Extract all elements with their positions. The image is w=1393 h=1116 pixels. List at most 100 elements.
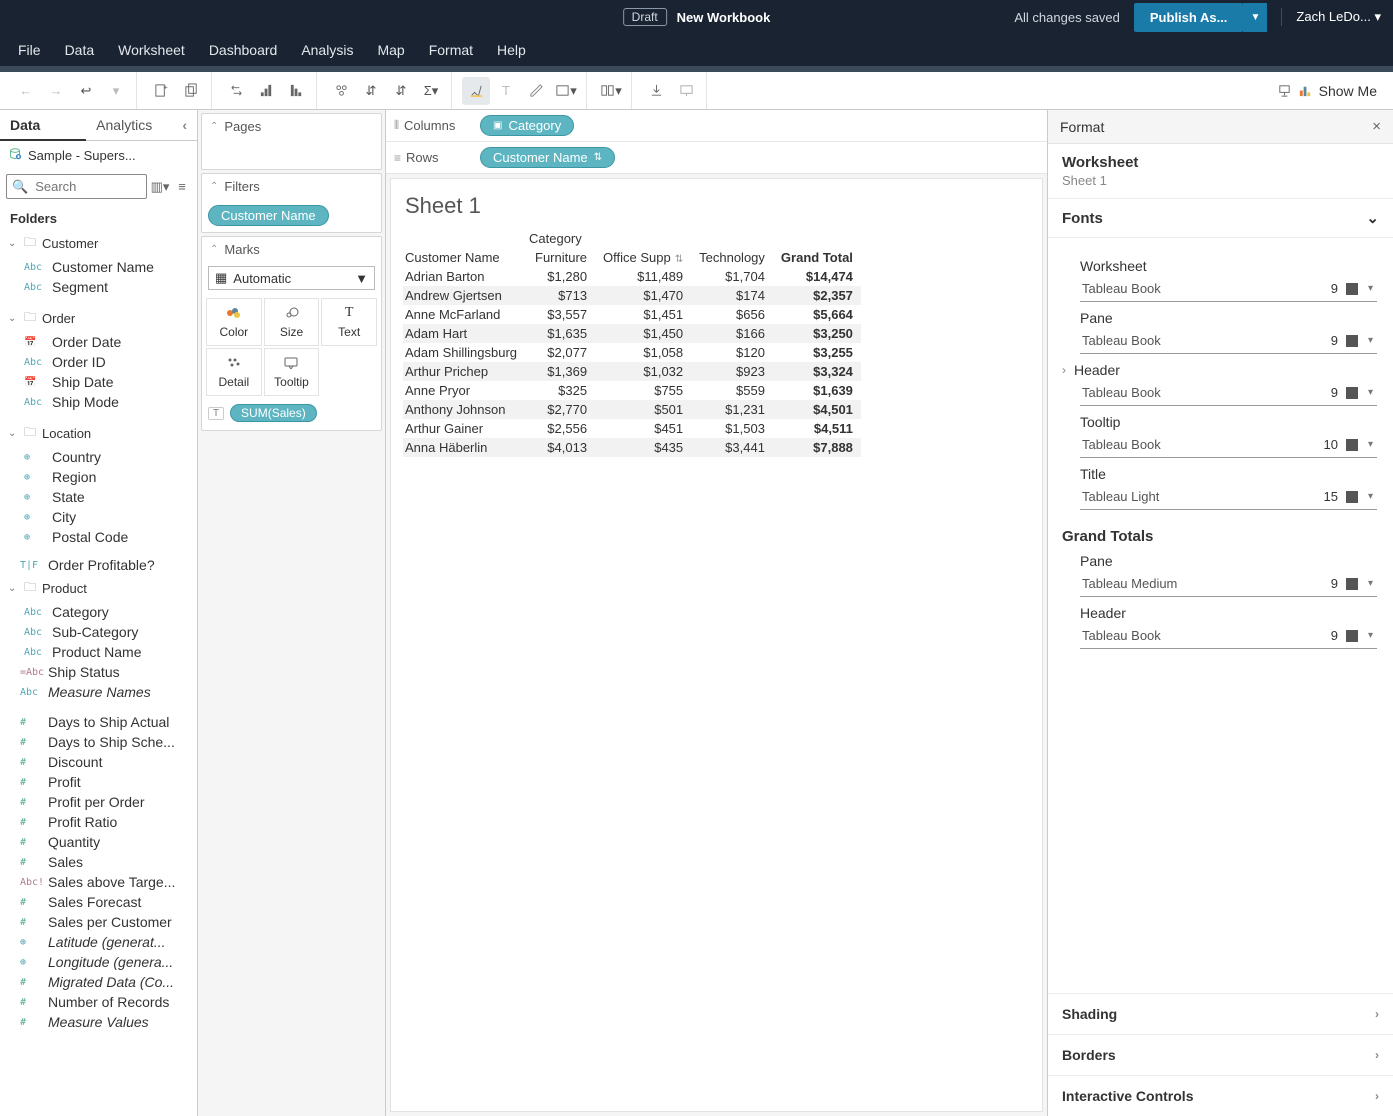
fit-button[interactable]: ▾ (552, 77, 580, 105)
marks-color[interactable]: Color (206, 298, 262, 346)
field-sale- per cu-tomer[interactable]: #Sales per Customer (0, 912, 197, 932)
columns-pill-category[interactable]: ▣Category (480, 115, 574, 136)
row-header[interactable]: Arthur Prichep (403, 362, 527, 381)
sheet-title[interactable]: Sheet 1 (405, 193, 1030, 219)
field-number of record-[interactable]: #Number of Records (0, 992, 197, 1012)
font-picker-gt-pane[interactable]: Tableau Medium9▾ (1080, 573, 1377, 597)
row-header[interactable]: Anthony Johnson (403, 400, 527, 419)
field-order id[interactable]: AbcOrder ID (0, 352, 197, 372)
label-button[interactable]: T (492, 77, 520, 105)
table-row[interactable]: Anne McFarland$3,557$1,451$656$5,664 (403, 305, 861, 324)
col-header[interactable]: Grand Total (773, 248, 861, 267)
field-sale- above targe-[interactable]: Abc!Sales above Targe... (0, 872, 197, 892)
sort-desc-button[interactable] (282, 77, 310, 105)
format-section-borders[interactable]: Borders› (1048, 1034, 1393, 1075)
redo-button[interactable]: → (42, 77, 70, 105)
table-row[interactable]: Adrian Barton$1,280$11,489$1,704$14,474 (403, 267, 861, 286)
field-sale-[interactable]: #Sales (0, 852, 197, 872)
col-header[interactable]: Office Supp⇅ (595, 248, 691, 267)
field-postal code[interactable]: ⊕Postal Code (0, 527, 197, 547)
field-region[interactable]: ⊕Region (0, 467, 197, 487)
undo-button[interactable]: ← (12, 77, 40, 105)
field-longitude (genera-[interactable]: ⊕Longitude (genera... (0, 952, 197, 972)
row-header[interactable]: Adam Shillingsburg (403, 343, 527, 362)
marks-type-dropdown[interactable]: ▦Automatic▼ (208, 266, 375, 290)
color-swatch[interactable] (1346, 578, 1358, 590)
field-ship status[interactable]: =AbcShip Status (0, 662, 197, 682)
font-picker-pane[interactable]: Tableau Book9▾ (1080, 330, 1377, 354)
marks-text[interactable]: TText (321, 298, 377, 346)
sort-asc-button[interactable] (252, 77, 280, 105)
search-box[interactable]: 🔍 (6, 174, 147, 199)
table-row[interactable]: Andrew Gjertsen$713$1,470$174$2,357 (403, 286, 861, 305)
fonts-section-header[interactable]: Fonts ⌄ (1048, 199, 1393, 238)
dropdown-icon[interactable]: ▾ (1366, 491, 1375, 502)
field-measure names[interactable]: AbcMeasure Names (0, 682, 197, 702)
folder-product[interactable]: ⌄🗀Product (0, 575, 197, 602)
table-row[interactable]: Arthur Prichep$1,369$1,032$923$3,324 (403, 362, 861, 381)
font-picker-title[interactable]: Tableau Light15▾ (1080, 486, 1377, 510)
filter-fields-button[interactable]: ▥▾ (151, 178, 169, 196)
field-sub-category[interactable]: AbcSub-Category (0, 622, 197, 642)
sort-icon[interactable]: ⇅ (675, 254, 683, 265)
sort2-button[interactable]: ⇵ (357, 77, 385, 105)
table-row[interactable]: Adam Shillingsburg$2,077$1,058$120$3,255 (403, 343, 861, 362)
field-profit per order[interactable]: #Profit per Order (0, 792, 197, 812)
field-ship date[interactable]: 📅Ship Date (0, 372, 197, 392)
publish-dropdown[interactable]: ▼ (1243, 3, 1267, 32)
close-format-pane-button[interactable]: × (1372, 118, 1381, 135)
presentation-icon[interactable] (1277, 83, 1292, 98)
dropdown-icon[interactable]: ▾ (1366, 439, 1375, 450)
font-picker-gt-header[interactable]: Tableau Book9▾ (1080, 625, 1377, 649)
swap-button[interactable] (222, 77, 250, 105)
menu-file[interactable]: File (6, 36, 53, 64)
field-order-profitable[interactable]: T|FOrder Profitable? (0, 555, 197, 575)
datasource-row[interactable]: Sample - Supers... (0, 141, 197, 170)
menu-map[interactable]: Map (365, 36, 416, 64)
field-latitude (generat-[interactable]: ⊕Latitude (generat... (0, 932, 197, 952)
folder-customer[interactable]: ⌄🗀Customer (0, 230, 197, 257)
menu-worksheet[interactable]: Worksheet (106, 36, 197, 64)
format-section-shading[interactable]: Shading› (1048, 993, 1393, 1034)
field-sale- foreca-t[interactable]: #Sales Forecast (0, 892, 197, 912)
field-segment[interactable]: AbcSegment (0, 277, 197, 297)
field-day- to ship sche-[interactable]: #Days to Ship Sche... (0, 732, 197, 752)
marks-tooltip[interactable]: Tooltip (264, 348, 320, 396)
col-header[interactable]: Customer Name (403, 248, 527, 267)
menu-help[interactable]: Help (485, 36, 538, 64)
field-day- to ship actual[interactable]: #Days to Ship Actual (0, 712, 197, 732)
row-header[interactable]: Adam Hart (403, 324, 527, 343)
sort3-button[interactable]: ⇵ (387, 77, 415, 105)
row-header[interactable]: Andrew Gjertsen (403, 286, 527, 305)
filters-shelf[interactable]: ⌃Filters Customer Name (201, 173, 382, 233)
field-order date[interactable]: 📅Order Date (0, 332, 197, 352)
color-swatch[interactable] (1346, 491, 1358, 503)
dropdown-icon[interactable]: ▾ (1366, 578, 1375, 589)
tab-data[interactable]: Data (0, 110, 86, 140)
field-profit[interactable]: #Profit (0, 772, 197, 792)
menu-data[interactable]: Data (53, 36, 107, 64)
menu-analysis[interactable]: Analysis (289, 36, 365, 64)
show-me-button[interactable]: Show Me (1319, 83, 1377, 99)
dropdown-icon[interactable]: ▾ (1366, 335, 1375, 346)
marks-pill-sum-sales[interactable]: SUM(Sales) (230, 404, 317, 422)
table-row[interactable]: Adam Hart$1,635$1,450$166$3,250 (403, 324, 861, 343)
field-ship mode[interactable]: AbcShip Mode (0, 392, 197, 412)
group-button[interactable] (327, 77, 355, 105)
font-picker-tooltip[interactable]: Tableau Book10▾ (1080, 434, 1377, 458)
publish-as-button[interactable]: Publish As... (1134, 3, 1244, 32)
folder-location[interactable]: ⌄🗀Location (0, 420, 197, 447)
download-button[interactable] (642, 77, 670, 105)
duplicate-button[interactable] (177, 77, 205, 105)
table-row[interactable]: Arthur Gainer$2,556$451$1,503$4,511 (403, 419, 861, 438)
table-row[interactable]: Anna Häberlin$4,013$435$3,441$7,888 (403, 438, 861, 457)
color-swatch[interactable] (1346, 439, 1358, 451)
field-city[interactable]: ⊕City (0, 507, 197, 527)
menu-format[interactable]: Format (417, 36, 485, 64)
chevron-right-icon[interactable]: › (1062, 363, 1066, 377)
font-picker-worksheet[interactable]: Tableau Book9▾ (1080, 278, 1377, 302)
table-row[interactable]: Anthony Johnson$2,770$501$1,231$4,501 (403, 400, 861, 419)
font-picker-header[interactable]: Tableau Book9▾ (1080, 382, 1377, 406)
field-di-count[interactable]: #Discount (0, 752, 197, 772)
menu-dashboard[interactable]: Dashboard (197, 36, 290, 64)
